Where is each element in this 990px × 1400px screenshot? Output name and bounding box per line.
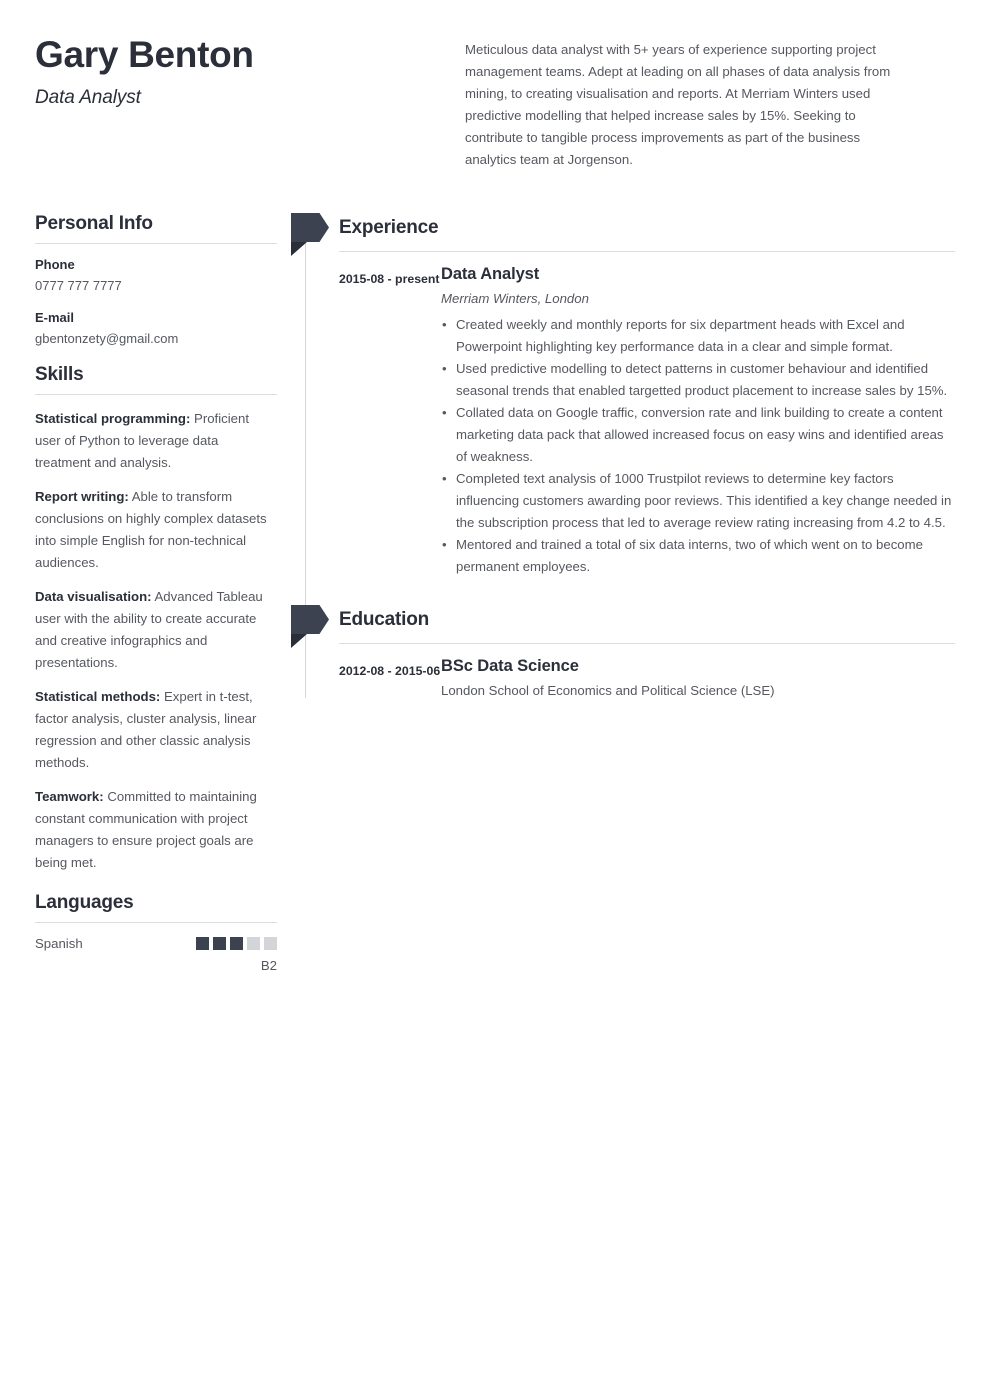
skills-heading: Skills — [35, 364, 84, 385]
ribbon-marker-icon — [291, 605, 333, 651]
education-entry: 2012-08 - 2015-06 BSc Data Science Londo… — [305, 657, 955, 698]
skill-item: Statistical methods: Expert in t-test, f… — [35, 686, 277, 774]
professional-summary: Meticulous data analyst with 5+ years of… — [465, 42, 891, 167]
experience-bullet: Mentored and trained a total of six data… — [441, 534, 955, 578]
experience-bullet: Created weekly and monthly reports for s… — [441, 314, 955, 358]
ribbon-flag — [291, 213, 329, 242]
education-entry-school: London School of Economics and Political… — [441, 683, 775, 698]
rating-square-filled — [213, 937, 226, 950]
experience-entry-date: 2015-08 - present — [339, 272, 440, 286]
rating-square-empty — [264, 937, 277, 950]
rating-square-empty — [247, 937, 260, 950]
skills-divider — [35, 394, 277, 395]
personal-info-item-phone: Phone 0777 777 7777 — [35, 257, 277, 295]
education-divider — [339, 643, 955, 644]
experience-entry: 2015-08 - present Data Analyst Merriam W… — [305, 265, 955, 578]
resume-page: Gary Benton Data Analyst Meticulous data… — [0, 0, 990, 1400]
personal-info-item-email: E-mail gbentonzety@gmail.com — [35, 310, 277, 348]
education-header: Education — [291, 605, 955, 648]
experience-divider — [339, 251, 955, 252]
section-education: Education 2012-08 - 2015-06 BSc Data Sci… — [291, 605, 955, 698]
education-entry-body: BSc Data Science London School of Econom… — [441, 657, 955, 698]
experience-header: Experience — [291, 213, 955, 256]
rating-square-filled — [196, 937, 209, 950]
skill-name: Statistical programming: — [35, 411, 191, 426]
experience-entry-title: Data Analyst — [441, 265, 540, 283]
language-rating — [196, 937, 277, 950]
skill-name: Report writing: — [35, 489, 129, 504]
skill-name: Data visualisation: — [35, 589, 152, 604]
skill-item: Statistical programming: Proficient user… — [35, 408, 277, 474]
language-level: B2 — [260, 958, 277, 973]
ribbon-fold — [291, 634, 307, 648]
personal-info-divider — [35, 243, 277, 244]
experience-bullet: Used predictive modelling to detect patt… — [441, 358, 955, 402]
ribbon-fold — [291, 242, 307, 256]
skill-name: Statistical methods: — [35, 689, 161, 704]
skill-name: Teamwork: — [35, 789, 104, 804]
ribbon-flag — [291, 605, 329, 634]
ribbon-marker-icon — [291, 213, 333, 259]
sidebar: Personal Info Phone 0777 777 7777 E-mail… — [35, 213, 277, 975]
languages-divider — [35, 922, 277, 923]
personal-info-heading: Personal Info — [35, 213, 153, 234]
resume-columns: Personal Info Phone 0777 777 7777 E-mail… — [0, 213, 990, 975]
education-entry-date: 2012-08 - 2015-06 — [339, 664, 441, 678]
languages-heading: Languages — [35, 892, 134, 913]
language-name: Spanish — [35, 936, 83, 951]
section-languages: Languages Spanish B2 — [35, 892, 277, 973]
experience-bullet-list: Created weekly and monthly reports for s… — [441, 314, 955, 578]
section-skills: Skills Statistical programming: Proficie… — [35, 364, 277, 874]
language-row: Spanish — [35, 936, 277, 951]
email-label: E-mail — [35, 310, 75, 325]
experience-bullet: Collated data on Google traffic, convers… — [441, 402, 955, 468]
resume-header: Gary Benton Data Analyst Meticulous data… — [0, 0, 990, 171]
skill-item: Report writing: Able to transform conclu… — [35, 486, 277, 574]
email-value: gbentonzety@gmail.com — [35, 331, 179, 346]
identity-block: Gary Benton Data Analyst — [35, 30, 465, 109]
candidate-job-title: Data Analyst — [35, 86, 141, 108]
experience-entry-company: Merriam Winters, London — [441, 291, 589, 306]
skill-item: Data visualisation: Advanced Tableau use… — [35, 586, 277, 674]
candidate-name: Gary Benton — [35, 34, 254, 75]
education-entry-degree: BSc Data Science — [441, 657, 579, 675]
experience-entry-body: Data Analyst Merriam Winters, London Cre… — [441, 265, 955, 578]
main-column: Experience 2015-08 - present Data Analys… — [291, 213, 955, 698]
language-item-spanish: Spanish B2 — [35, 936, 277, 973]
section-personal-info: Personal Info Phone 0777 777 7777 E-mail… — [35, 213, 277, 348]
skill-item: Teamwork: Committed to maintaining const… — [35, 786, 277, 874]
section-experience: Experience 2015-08 - present Data Analys… — [291, 213, 955, 578]
rating-square-filled — [230, 937, 243, 950]
experience-bullet: Completed text analysis of 1000 Trustpil… — [441, 468, 955, 534]
phone-value: 0777 777 7777 — [35, 278, 122, 293]
phone-label: Phone — [35, 257, 75, 272]
